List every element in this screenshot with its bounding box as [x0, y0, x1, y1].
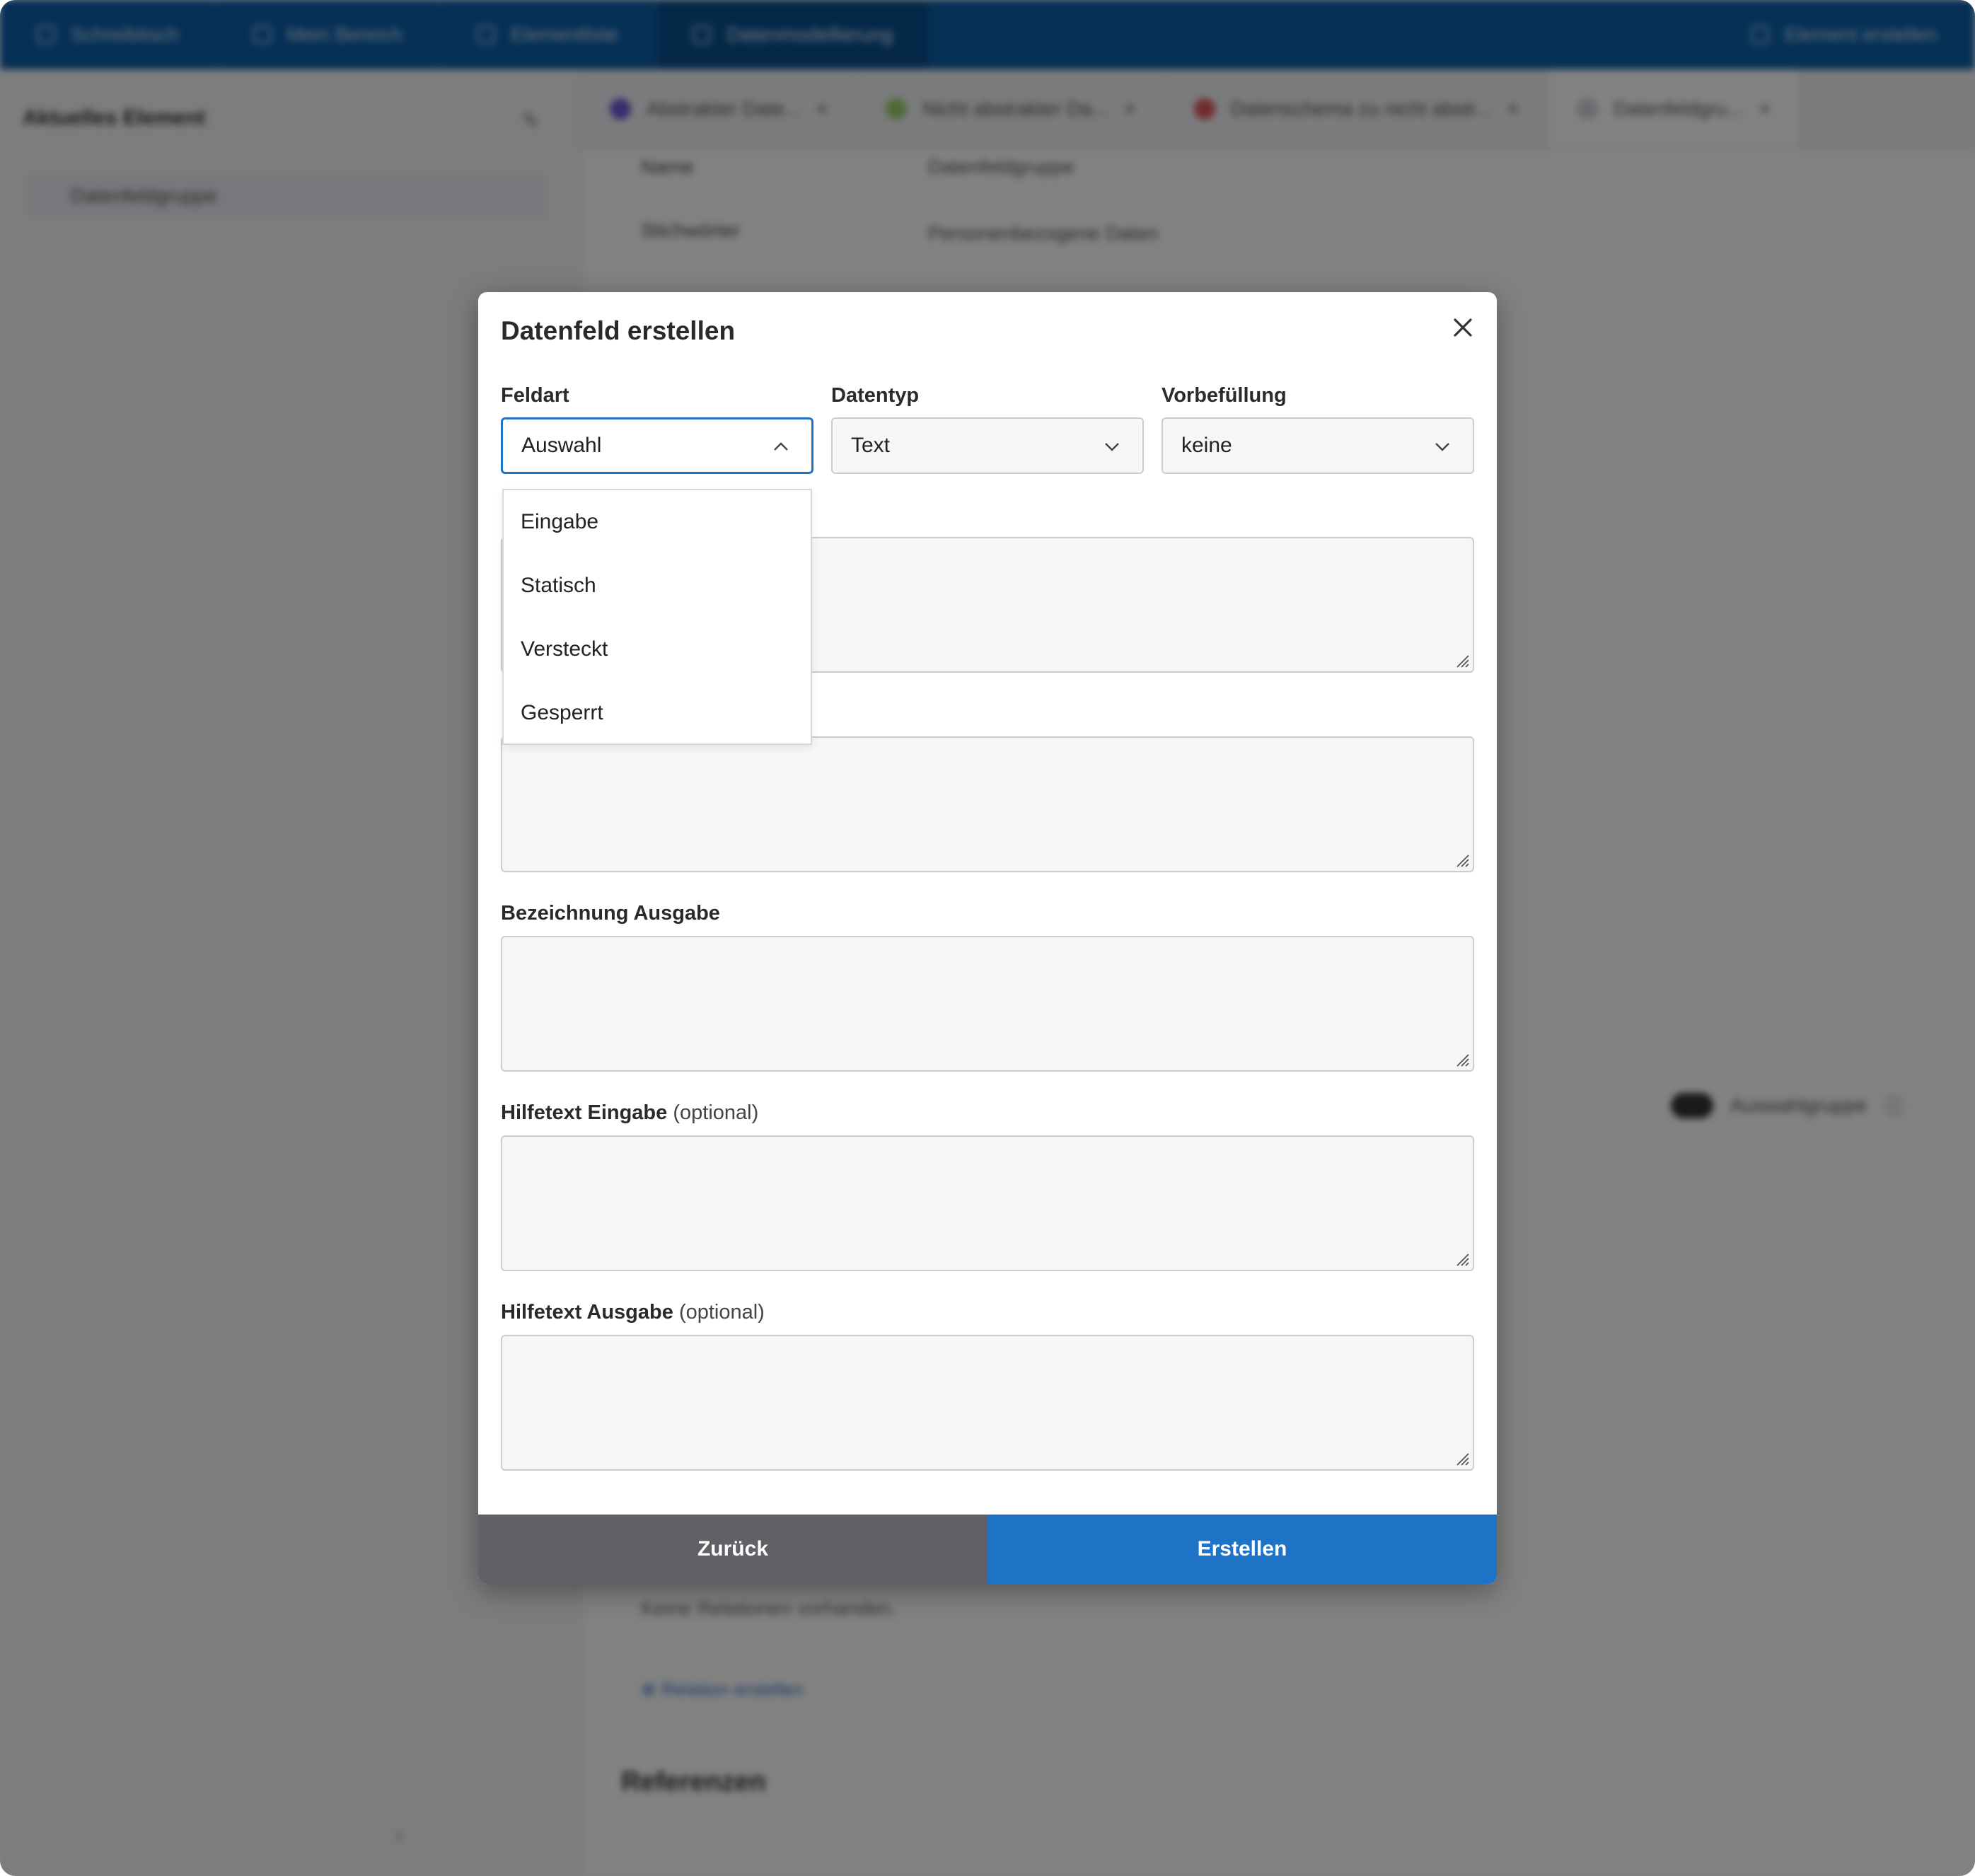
option-eingabe[interactable]: Eingabe	[504, 490, 811, 554]
feldart-label: Feldart	[501, 384, 569, 407]
hilfetext-eingabe-field[interactable]	[501, 1135, 1474, 1271]
text-field-2[interactable]	[501, 736, 1474, 872]
hilfetext-eingabe-label: Hilfetext Eingabe (optional)	[501, 1101, 758, 1125]
datentyp-label: Datentyp	[831, 384, 920, 407]
resize-grip-icon[interactable]	[1452, 650, 1470, 668]
create-datafield-dialog: Datenfeld erstellen Feldart Datentyp Vor…	[478, 292, 1497, 1584]
datentyp-select[interactable]: Text	[831, 417, 1144, 474]
chevron-down-icon	[1435, 443, 1449, 451]
bezeichnung-ausgabe-label: Bezeichnung Ausgabe	[501, 902, 720, 925]
feldart-dropdown: Eingabe Statisch Versteckt Gesperrt	[502, 489, 812, 745]
hilfetext-ausgabe-label-text: Hilfetext Ausgabe	[501, 1301, 673, 1324]
back-button[interactable]: Zurück	[478, 1515, 988, 1584]
hilfetext-ausgabe-label: Hilfetext Ausgabe (optional)	[501, 1301, 765, 1324]
app-window: Schreibtisch Mein Bereich Elementliste D…	[0, 0, 1975, 1876]
option-statisch[interactable]: Statisch	[504, 554, 811, 618]
bezeichnung-ausgabe-field[interactable]	[501, 936, 1474, 1072]
resize-grip-icon[interactable]	[1452, 1249, 1470, 1267]
resize-grip-icon[interactable]	[1452, 850, 1470, 868]
create-button[interactable]: Erstellen	[988, 1515, 1497, 1584]
dialog-footer: Zurück Erstellen	[478, 1515, 1497, 1584]
vorbefuellung-value: keine	[1181, 434, 1232, 457]
chevron-up-icon	[774, 442, 788, 451]
datentyp-value: Text	[851, 434, 891, 457]
optional-hint: (optional)	[673, 1101, 759, 1124]
vorbefuellung-select[interactable]: keine	[1162, 417, 1474, 474]
feldart-select[interactable]: Auswahl	[501, 417, 813, 474]
resize-grip-icon[interactable]	[1452, 1448, 1470, 1466]
close-icon[interactable]	[1449, 313, 1477, 342]
optional-hint: (optional)	[678, 1301, 765, 1324]
hilfetext-eingabe-label-text: Hilfetext Eingabe	[501, 1101, 668, 1124]
hilfetext-ausgabe-field[interactable]	[501, 1335, 1474, 1471]
feldart-value: Auswahl	[521, 434, 602, 457]
dialog-title: Datenfeld erstellen	[501, 316, 736, 345]
option-gesperrt[interactable]: Gesperrt	[504, 681, 811, 745]
chevron-down-icon	[1105, 443, 1119, 451]
resize-grip-icon[interactable]	[1452, 1049, 1470, 1067]
vorbefuellung-label: Vorbefüllung	[1162, 384, 1287, 407]
option-versteckt[interactable]: Versteckt	[504, 618, 811, 681]
